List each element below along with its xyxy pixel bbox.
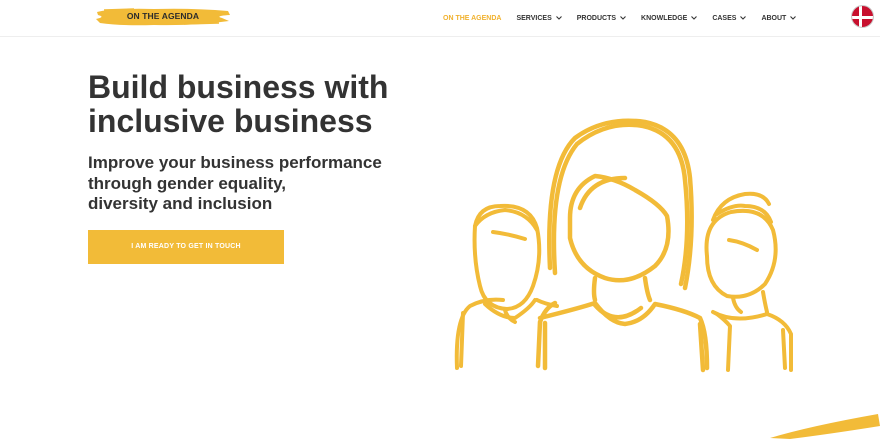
nav-item-on-the-agenda[interactable]: ON THE AGENDA (443, 15, 501, 22)
contact-cta-button[interactable]: I AM READY TO GET IN TOUCH (88, 230, 284, 264)
denmark-flag-icon[interactable] (851, 5, 874, 28)
nav-item-label: SERVICES (516, 14, 552, 22)
left-person-illustration (454, 203, 559, 370)
logo[interactable]: ON THE AGENDA (94, 6, 232, 28)
chevron-down-icon (691, 16, 698, 20)
hero-subtitle-line: Improve your business performance (88, 153, 382, 172)
nav-item-label: CASES (712, 14, 737, 22)
chevron-down-icon (555, 16, 562, 20)
right-person-illustration (704, 191, 793, 372)
chevron-down-icon (790, 16, 797, 20)
nav-item-label: ABOUT (761, 14, 787, 22)
hero-subtitle-line: diversity and inclusion (88, 194, 273, 213)
nav-item-services[interactable]: SERVICES (516, 14, 562, 22)
chevron-down-icon (740, 16, 747, 20)
nav-item-knowledge[interactable]: KNOWLEDGE (641, 14, 698, 22)
nav-item-label: PRODUCTS (576, 14, 617, 22)
main-nav: ON THE AGENDA SERVICES PRODUCTS KNOWLEDG… (443, 12, 811, 24)
hero-title-line: Build business with (88, 69, 389, 105)
middle-person-illustration (535, 118, 710, 373)
nav-item-label: KNOWLEDGE (641, 14, 688, 22)
site-header: ON THE AGENDA ON THE AGENDA SERVICES PRO… (0, 0, 880, 37)
chevron-down-icon (620, 16, 626, 20)
nav-item-about[interactable]: ABOUT (761, 14, 797, 22)
nav-item-label: ON THE AGENDA (443, 14, 502, 22)
hero-subtitle-line: through gender equality, (88, 173, 287, 193)
hero-title: Build business with inclusive business (88, 70, 428, 138)
people-illustration (454, 118, 793, 373)
logo-text: ON THE AGENDA (126, 11, 200, 21)
nav-item-products[interactable]: PRODUCTS (577, 15, 626, 22)
decorative-brush-stroke (770, 414, 880, 439)
hero-title-line: inclusive business (88, 103, 373, 139)
nav-item-cases[interactable]: CASES (712, 14, 747, 22)
hero-subtitle: Improve your business performance throug… (88, 153, 408, 215)
